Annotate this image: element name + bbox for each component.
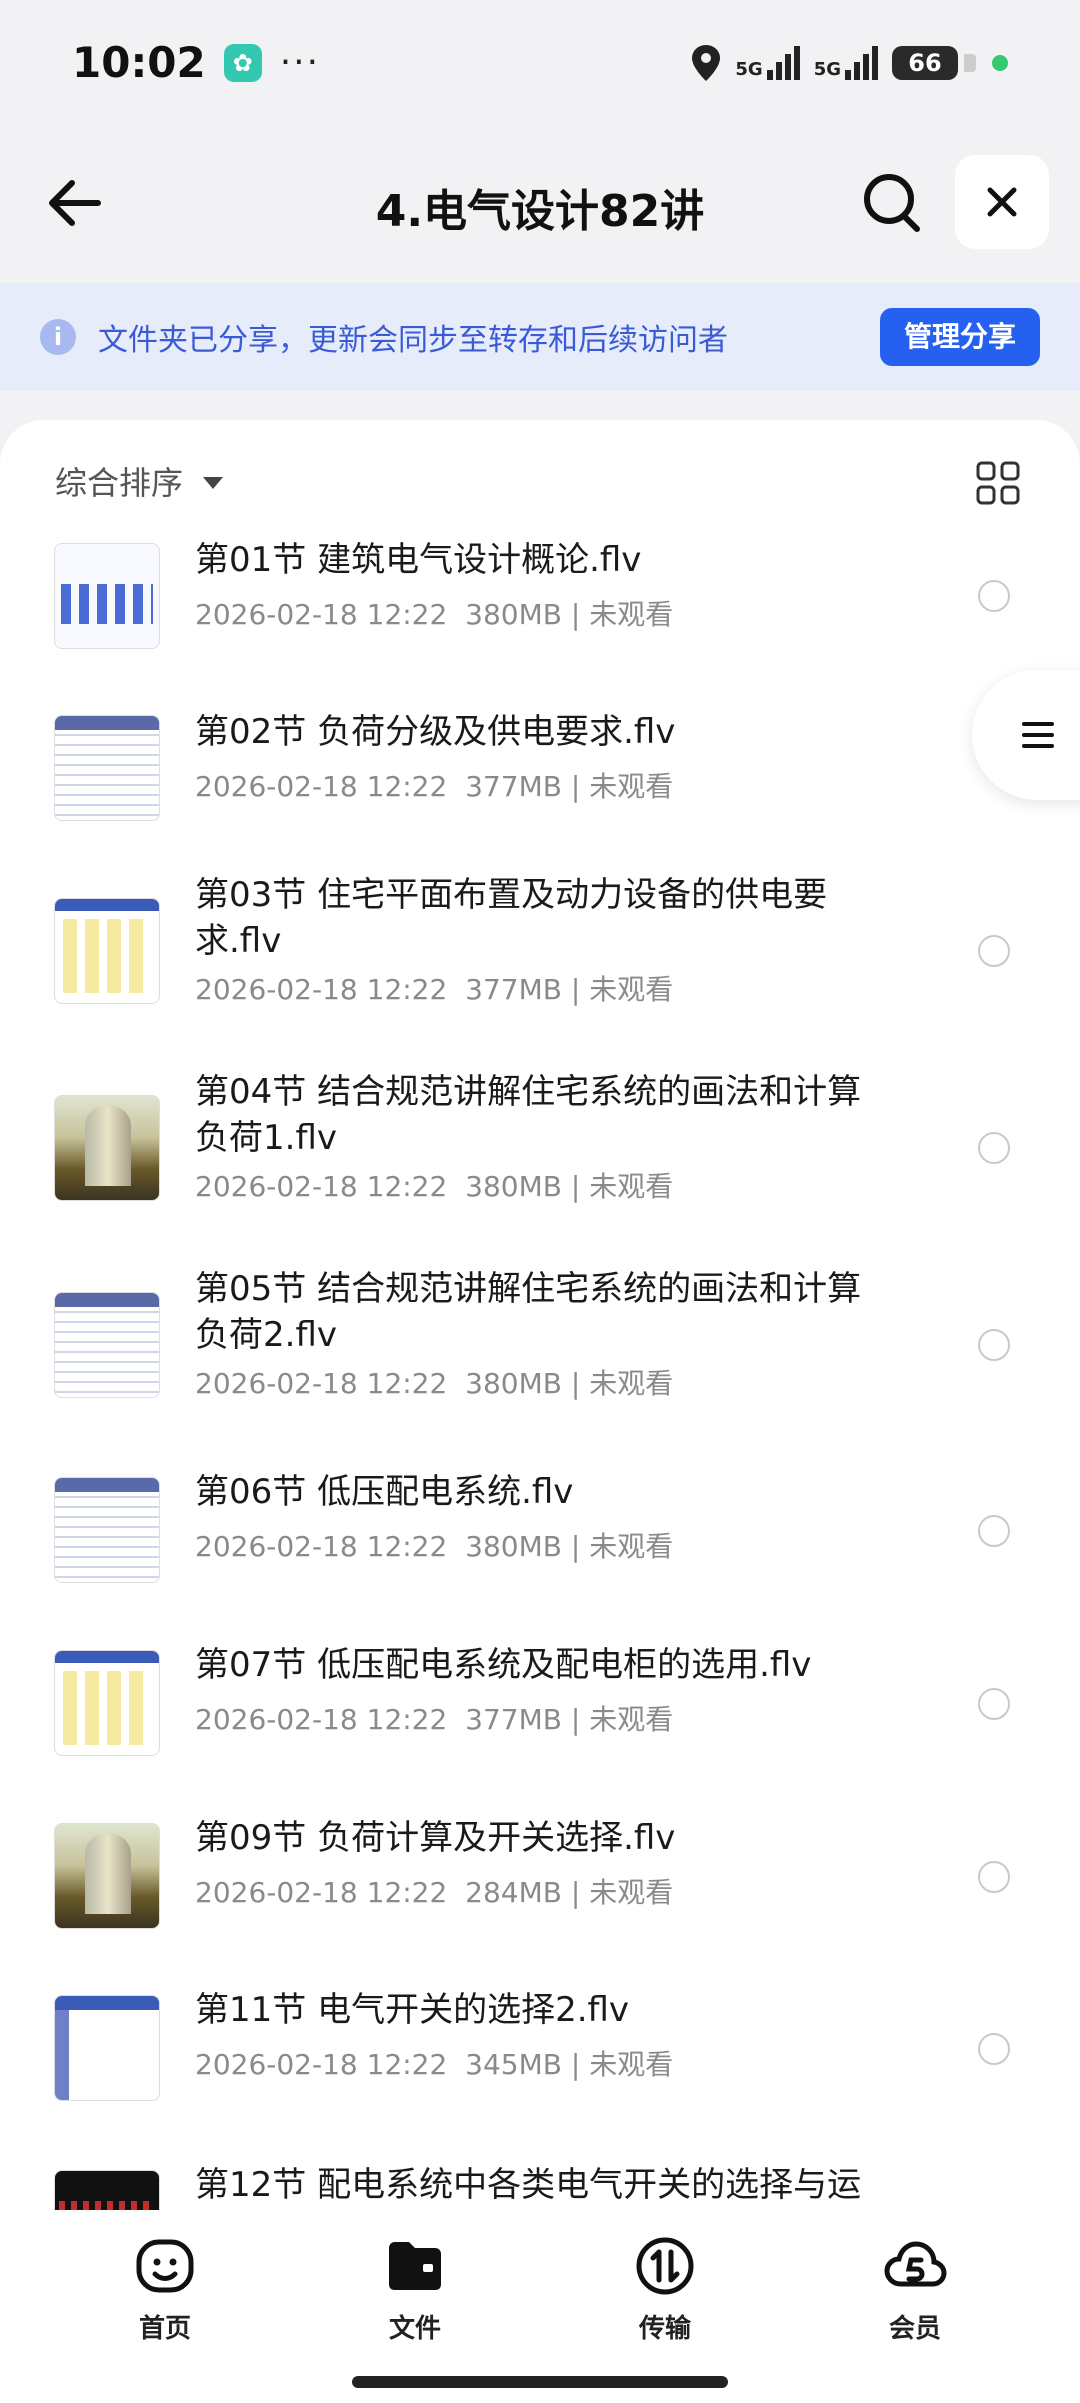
file-name: 第03节 住宅平面布置及动力设备的供电要求.flv [195,875,828,961]
file-meta: 2026-02-18 12:22 377MB | 未观看 [195,973,674,1006]
manage-share-button[interactable]: 管理分享 [879,308,1040,366]
file-row[interactable]: 第11节 电气开关的选择2.flv 2026-02-18 12:22 345MB… [0,1990,1080,2145]
file-row[interactable]: 第01节 建筑电气设计概论.flv 2026-02-18 12:22 380MB… [0,525,1080,675]
signal-icon: 5G [735,45,800,80]
nav-files[interactable]: 文件 [350,2234,480,2345]
search-icon [864,174,920,232]
nav-vip[interactable]: 会员 [850,2234,980,2345]
file-name: 第07节 低压配电系统及配电柜的选用.flv [195,1645,812,1685]
file-row[interactable]: 第09节 负荷计算及开关选择.flv 2026-02-18 12:22 284M… [0,1818,1080,1973]
nav-transfer[interactable]: 传输 [600,2234,730,2345]
signal-icon-2: 5G [814,45,878,80]
file-row[interactable]: 第05节 结合规范讲解住宅系统的画法和计算负荷2.flv 2026-02-18 … [0,1269,1080,1454]
nav-files-label: 文件 [388,2314,441,2344]
share-banner: i 文件夹已分享，更新会同步至转存和后续访问者 管理分享 [0,283,1080,391]
nav-home-label: 首页 [138,2314,191,2344]
bottom-nav: 首页 文件 传输 会员 [0,2210,1080,2403]
file-row[interactable]: 第03节 住宅平面布置及动力设备的供电要求.flv 2026-02-18 12:… [0,875,1080,1060]
close-button[interactable] [955,155,1049,249]
file-name: 第09节 负荷计算及开关选择.flv [195,1818,676,1858]
file-name: 第02节 负荷分级及供电要求.flv [195,712,676,752]
select-radio[interactable] [978,2033,1010,2065]
video-thumbnail [54,1650,160,1756]
battery-icon: 66 [892,45,976,80]
sort-label: 综合排序 [55,464,184,502]
file-meta: 2026-02-18 12:22 380MB | 未观看 [195,1367,674,1400]
share-banner-text: 文件夹已分享，更新会同步至转存和后续访问者 [98,323,728,358]
select-radio[interactable] [978,1329,1010,1361]
video-thumbnail [54,715,160,821]
status-indicators: 5G 5G 66 [691,44,1008,82]
info-icon: i [40,319,76,355]
smile-icon [136,2239,194,2293]
file-row[interactable]: 第06节 低压配电系统.flv 2026-02-18 12:22 380MB |… [0,1472,1080,1627]
grid-view-button[interactable] [975,460,1021,506]
video-thumbnail [54,1823,160,1929]
file-name: 第01节 建筑电气设计概论.flv [195,540,642,580]
video-thumbnail [54,1292,160,1398]
file-name: 第12节 配电系统中各类电气开关的选择与运 [195,2165,862,2205]
top-bar: 4.电气设计82讲 [0,145,1080,260]
file-meta: 2026-02-18 12:22 377MB | 未观看 [195,1703,674,1736]
video-thumbnail [54,1995,160,2101]
nav-transfer-label: 传输 [638,2314,691,2344]
transfer-icon [636,2237,694,2295]
video-thumbnail [54,543,160,649]
folder-icon [389,2242,441,2290]
select-radio[interactable] [978,1515,1010,1547]
location-icon [692,44,721,81]
cloud-vip-icon [884,2241,947,2287]
file-meta: 2026-02-18 12:22 380MB | 未观看 [195,1530,674,1563]
status-time: 10:02 [72,38,206,87]
file-meta: 2026-02-18 12:22 380MB | 未观看 [195,598,674,631]
home-indicator[interactable] [352,2376,728,2388]
file-meta: 2026-02-18 12:22 377MB | 未观看 [195,770,674,803]
select-radio[interactable] [978,580,1010,612]
search-button[interactable] [855,165,931,241]
file-row[interactable]: 第07节 低压配电系统及配电柜的选用.flv 2026-02-18 12:22 … [0,1645,1080,1800]
close-icon [987,187,1017,217]
privacy-dot-icon [992,54,1008,71]
caret-down-icon [203,477,224,489]
select-radio[interactable] [978,935,1010,967]
more-notifications-icon: ··· [279,42,321,83]
status-bar: 10:02 ✿ ··· 5G 5G 66 [0,0,1080,125]
list-menu-icon [1022,722,1054,748]
video-thumbnail [54,898,160,1004]
file-list: 第01节 建筑电气设计概论.flv 2026-02-18 12:22 380MB… [0,525,1080,2220]
file-meta: 2026-02-18 12:22 284MB | 未观看 [195,1876,674,1909]
video-thumbnail [54,1095,160,1201]
file-name: 第04节 结合规范讲解住宅系统的画法和计算负荷1.flv [195,1072,862,1158]
select-radio[interactable] [978,1132,1010,1164]
video-thumbnail [54,1477,160,1583]
file-name: 第11节 电气开关的选择2.flv [195,1990,630,2030]
file-row[interactable]: 第02节 负荷分级及供电要求.flv 2026-02-18 12:22 377M… [0,697,1080,847]
nav-home[interactable]: 首页 [100,2234,230,2345]
sort-dropdown[interactable]: 综合排序 [55,458,224,504]
file-meta: 2026-02-18 12:22 345MB | 未观看 [195,2048,674,2081]
file-name: 第06节 低压配电系统.flv [195,1472,574,1512]
file-list-card: 综合排序 第01节 建筑电气设计概论.flv 2026-02-18 12:22 … [0,420,1080,2220]
file-name: 第05节 结合规范讲解住宅系统的画法和计算负荷2.flv [195,1269,862,1355]
app-notification-icon: ✿ [223,43,262,82]
file-row[interactable]: 第04节 结合规范讲解住宅系统的画法和计算负荷1.flv 2026-02-18 … [0,1072,1080,1257]
grid-icon [976,461,1020,505]
nav-vip-label: 会员 [888,2314,941,2344]
select-radio[interactable] [978,1688,1010,1720]
file-meta: 2026-02-18 12:22 380MB | 未观看 [195,1170,674,1203]
select-radio[interactable] [978,1861,1010,1893]
